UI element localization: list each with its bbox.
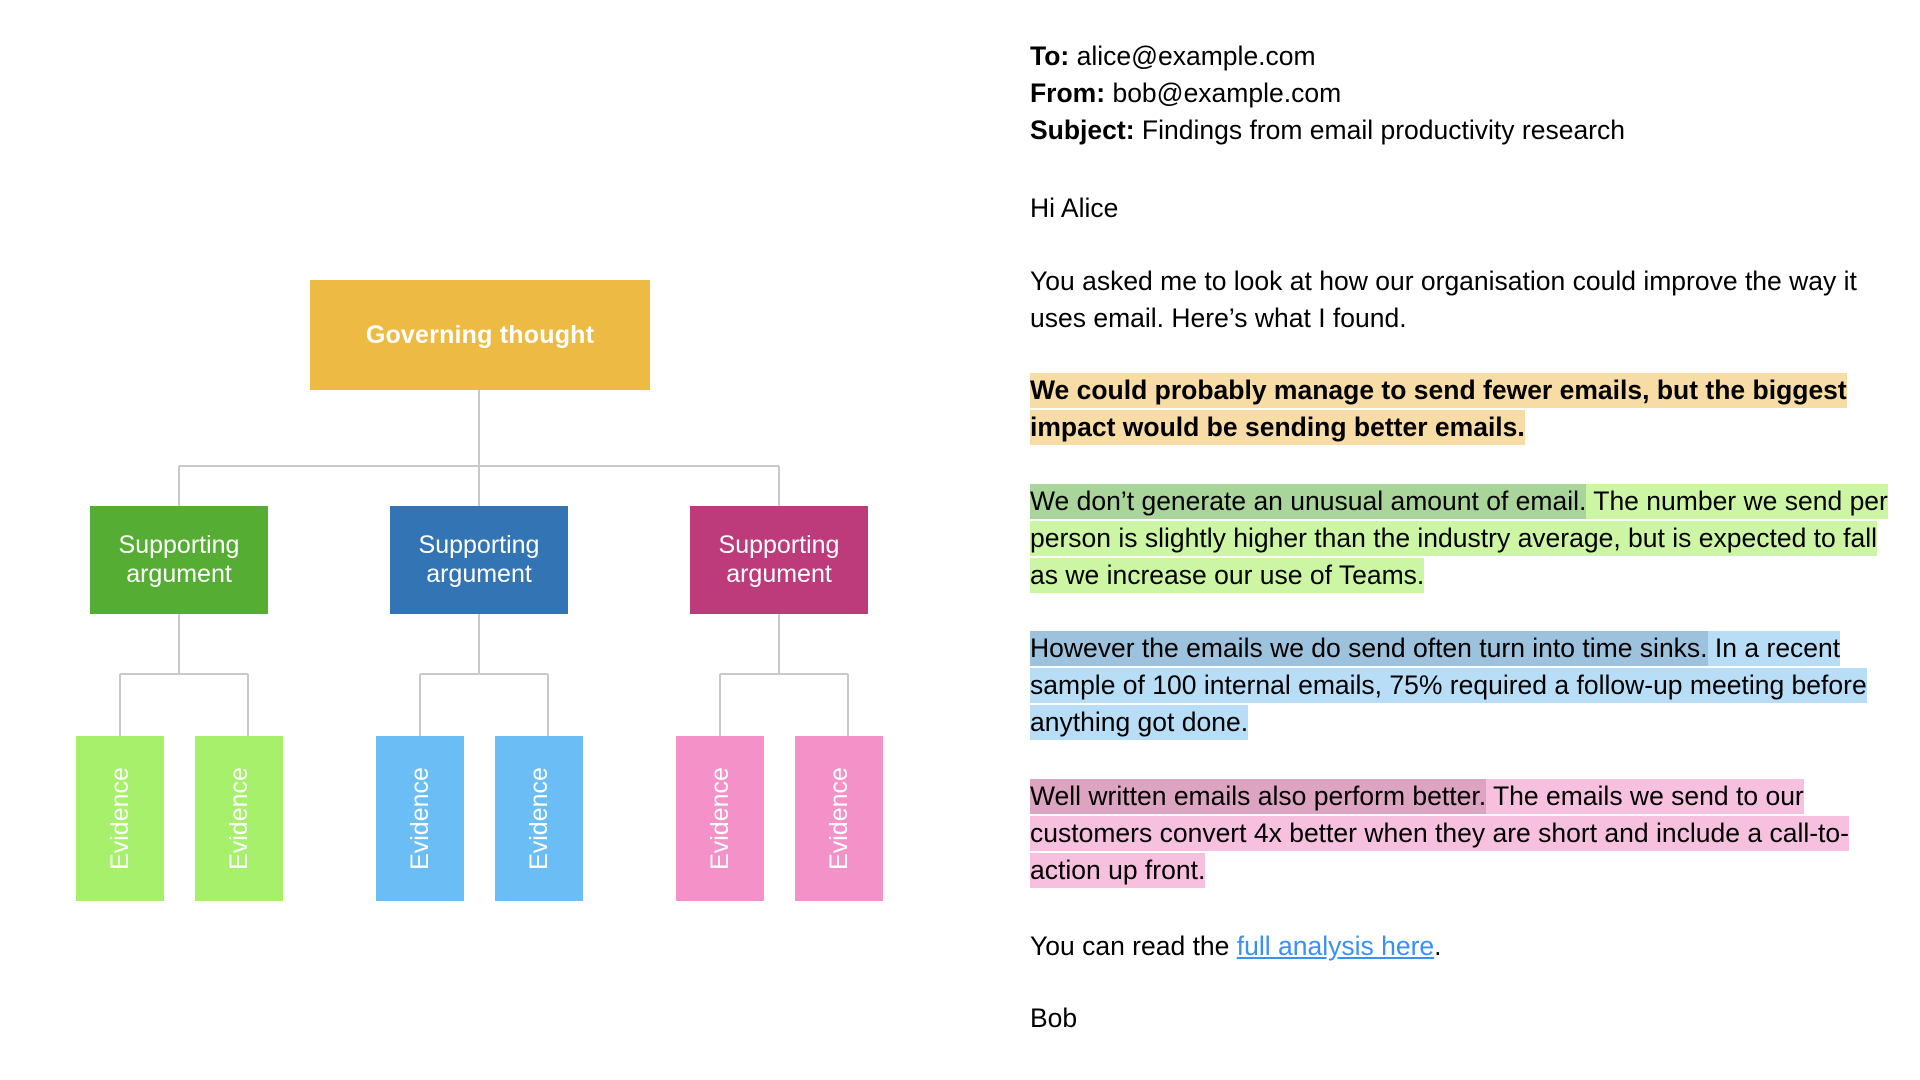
node-evidence-2b-label: Evidence xyxy=(524,767,553,870)
email-subject-label: Subject: xyxy=(1030,115,1135,145)
email-intro: You asked me to look at how our organisa… xyxy=(1030,266,1857,333)
email-closing: You can read the full analysis here. xyxy=(1030,928,1890,965)
node-evidence-1b[interactable]: Evidence xyxy=(195,736,283,901)
node-supporting-argument-2[interactable]: Supporting argument xyxy=(390,506,568,614)
email-paragraph-4: Well written emails also perform better.… xyxy=(1030,778,1890,889)
email-from-label: From: xyxy=(1030,78,1106,108)
node-evidence-3a[interactable]: Evidence xyxy=(676,736,764,901)
pyramid-diagram: Governing thought Supporting argument Su… xyxy=(0,0,960,1080)
email-from-value: bob@example.com xyxy=(1112,78,1342,108)
email-paragraph-2-key-sentence: We don’t generate an unusual amount of e… xyxy=(1030,484,1587,519)
email-closing-prefix: You can read the xyxy=(1030,931,1237,961)
email-paragraph-3: However the emails we do send often turn… xyxy=(1030,630,1890,741)
node-evidence-2a-label: Evidence xyxy=(405,767,434,870)
node-supporting-argument-3[interactable]: Supporting argument xyxy=(690,506,868,614)
email-header-to: To: alice@example.com xyxy=(1030,38,1890,75)
email-paragraph-4-key-sentence: Well written emails also perform better. xyxy=(1030,779,1487,814)
email-greeting: Hi Alice xyxy=(1030,193,1119,223)
node-evidence-3b-label: Evidence xyxy=(824,767,853,870)
node-evidence-2b[interactable]: Evidence xyxy=(495,736,583,901)
node-evidence-1a[interactable]: Evidence xyxy=(76,736,164,901)
node-governing-thought-label: Governing thought xyxy=(365,320,595,349)
email-header-from: From: bob@example.com xyxy=(1030,75,1890,112)
email-to-label: To: xyxy=(1030,41,1070,71)
email-header-subject: Subject: Findings from email productivit… xyxy=(1030,112,1890,149)
email-subject-value: Findings from email productivity researc… xyxy=(1141,115,1625,145)
email-body: To: alice@example.com From: bob@example.… xyxy=(1030,0,1910,1080)
email-signature: Bob xyxy=(1030,1003,1078,1033)
email-paragraph-1-key-sentence: We could probably manage to send fewer e… xyxy=(1030,373,1847,445)
email-paragraph-2: We don’t generate an unusual amount of e… xyxy=(1030,483,1890,594)
node-supporting-argument-3-label: Supporting argument xyxy=(718,530,840,589)
node-supporting-argument-1-label: Supporting argument xyxy=(118,530,240,589)
node-governing-thought[interactable]: Governing thought xyxy=(310,280,650,390)
email-paragraph-1: We could probably manage to send fewer e… xyxy=(1030,372,1890,446)
page-root: Governing thought Supporting argument Su… xyxy=(0,0,1920,1080)
node-evidence-1b-label: Evidence xyxy=(224,767,253,870)
node-supporting-argument-2-label: Supporting argument xyxy=(418,530,540,589)
email-to-value: alice@example.com xyxy=(1076,41,1316,71)
email-closing-suffix: . xyxy=(1434,931,1442,961)
email-paragraph-3-key-sentence: However the emails we do send often turn… xyxy=(1030,631,1708,666)
node-evidence-3a-label: Evidence xyxy=(705,767,734,870)
email-headers: To: alice@example.com From: bob@example.… xyxy=(1030,38,1890,149)
full-analysis-link[interactable]: full analysis here xyxy=(1237,931,1434,961)
node-evidence-3b[interactable]: Evidence xyxy=(795,736,883,901)
node-evidence-1a-label: Evidence xyxy=(105,767,134,870)
node-evidence-2a[interactable]: Evidence xyxy=(376,736,464,901)
node-supporting-argument-1[interactable]: Supporting argument xyxy=(90,506,268,614)
